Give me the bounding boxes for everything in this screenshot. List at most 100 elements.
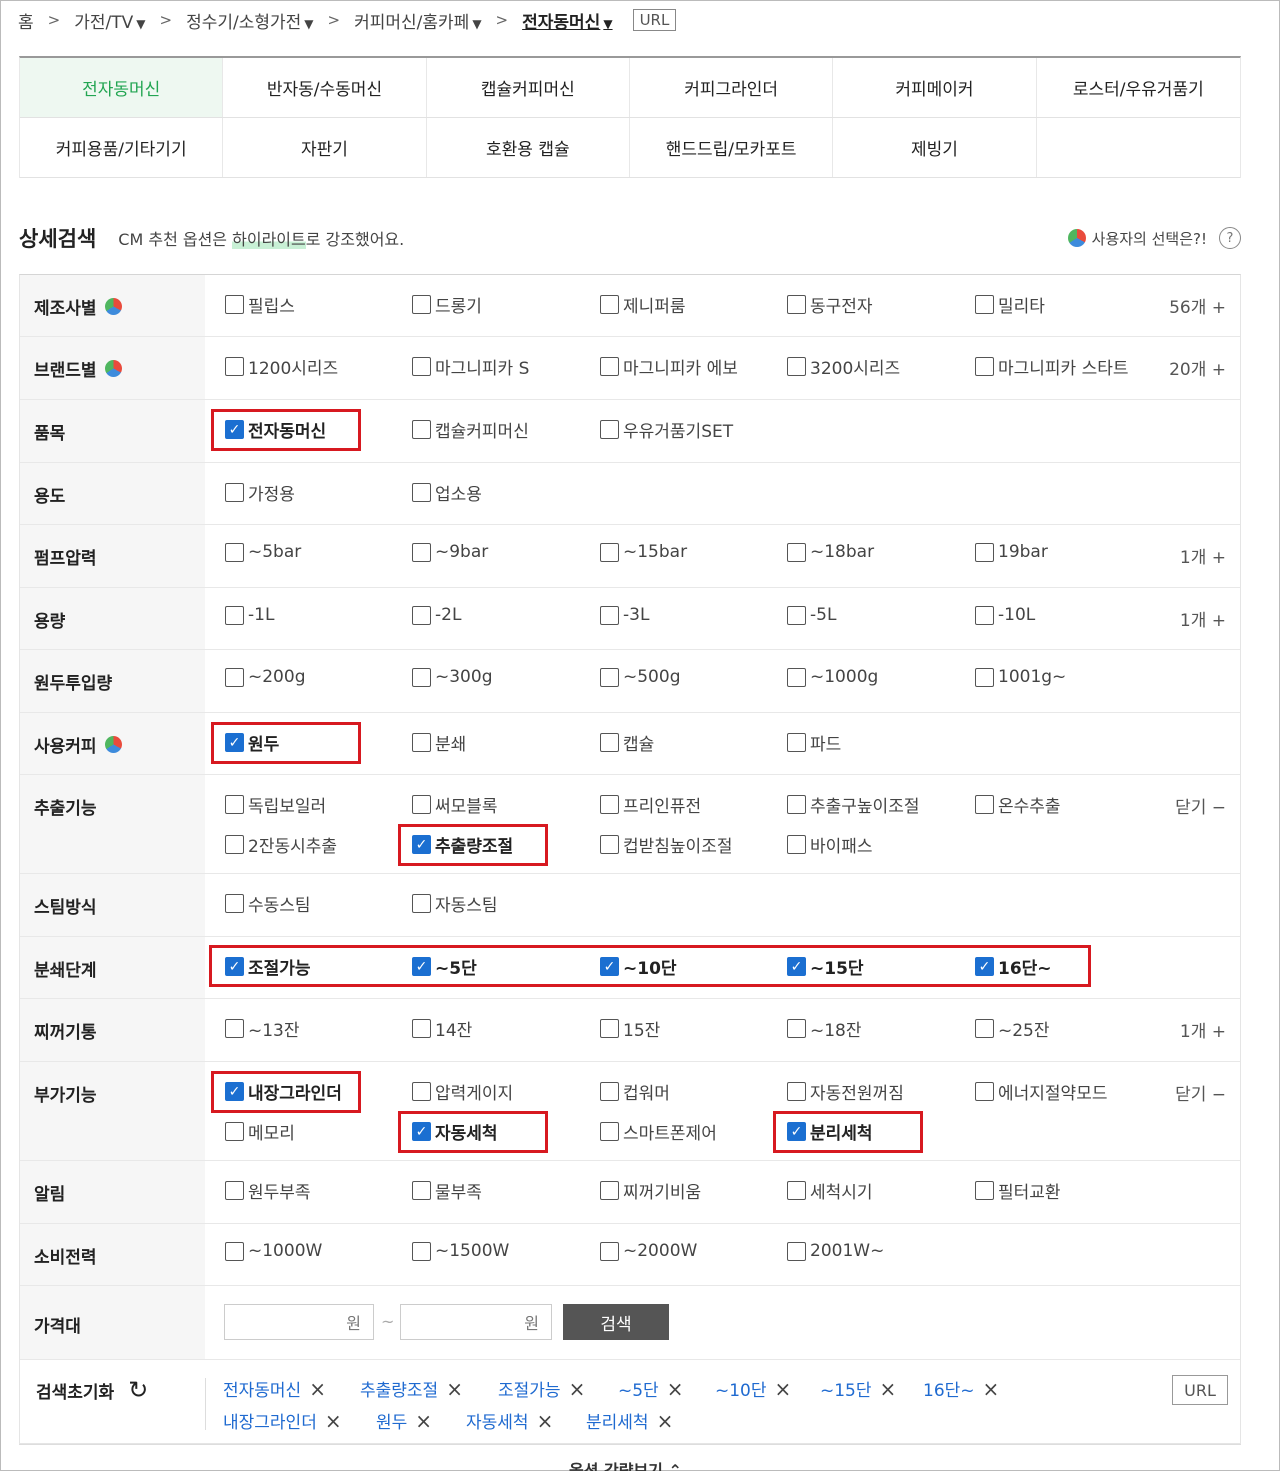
checkbox-icon[interactable] (225, 1181, 244, 1200)
checkbox-icon[interactable] (975, 795, 994, 814)
filter-option[interactable]: ~5bar (225, 542, 301, 562)
category-tab[interactable]: 핸드드립/모카포트 (630, 118, 834, 177)
checkbox-icon[interactable] (412, 1019, 431, 1038)
category-tab[interactable]: 커피그라인더 (630, 58, 834, 117)
help-icon[interactable]: ? (1219, 227, 1241, 249)
checkbox-icon[interactable] (600, 667, 619, 687)
checkbox-icon[interactable] (787, 1082, 806, 1101)
selected-filter-tag[interactable]: 추출량조절 × (360, 1376, 463, 1402)
filter-option[interactable]: 스마트폰제어 (600, 1119, 717, 1144)
selected-filter-tag[interactable]: 전자동머신 × (223, 1376, 326, 1402)
option-collapse-label[interactable]: 옵션 간략보기 ⌃ (569, 1457, 682, 1471)
filter-option[interactable]: ~200g (225, 667, 305, 687)
filter-option[interactable]: 밀리타 (975, 292, 1045, 317)
filter-option[interactable]: 프리인퓨전 (600, 792, 701, 817)
close-icon[interactable]: × (775, 1377, 792, 1401)
category-tab[interactable]: 제빙기 (833, 118, 1037, 177)
filter-option[interactable]: 19bar (975, 542, 1048, 562)
filter-option[interactable]: ~1000g (787, 667, 878, 687)
filter-option[interactable]: 필터교환 (975, 1178, 1061, 1203)
filter-option[interactable]: ~500g (600, 667, 680, 687)
selected-filter-tag[interactable]: 분리세척 × (586, 1408, 674, 1434)
checkbox-icon[interactable] (225, 835, 244, 854)
close-icon[interactable]: × (415, 1409, 432, 1433)
checkbox-icon[interactable] (600, 542, 619, 562)
checkbox-icon[interactable] (975, 295, 994, 314)
breadcrumb-current[interactable]: 전자동머신 ▼ (522, 8, 612, 33)
checkbox-icon[interactable] (600, 357, 619, 376)
price-max-input[interactable]: 원 (400, 1304, 552, 1340)
selected-filter-tag[interactable]: ~10단 × (715, 1376, 792, 1402)
filter-option[interactable]: 분쇄 (412, 730, 466, 755)
filter-option[interactable]: 제니퍼룸 (600, 292, 686, 317)
checkbox-icon[interactable] (600, 1241, 619, 1261)
filter-option[interactable]: 메모리 (225, 1119, 295, 1144)
checkbox-icon[interactable] (787, 795, 806, 814)
filter-option[interactable]: 드롱기 (412, 292, 482, 317)
filter-option[interactable]: 마그니피카 스타트 (975, 354, 1129, 379)
checkbox-icon[interactable] (600, 1181, 619, 1200)
category-tab[interactable]: 자판기 (223, 118, 427, 177)
filter-option[interactable]: 15잔 (600, 1016, 660, 1041)
selected-filter-tag[interactable]: 16단~ × (923, 1376, 999, 1402)
filter-option[interactable]: 캡슐커피머신 (412, 417, 529, 442)
option-collapse-bar[interactable]: 옵션 간략보기 ⌃ (19, 1444, 1241, 1471)
checkbox-icon[interactable] (787, 835, 806, 854)
filter-option[interactable]: 우유거품기SET (600, 417, 733, 442)
checkbox-icon[interactable] (975, 1181, 994, 1200)
filter-more-toggle[interactable]: 1개 + (1180, 1017, 1226, 1042)
filter-option[interactable]: 온수추출 (975, 792, 1061, 817)
checkbox-icon[interactable] (600, 733, 619, 752)
close-icon[interactable]: × (537, 1409, 554, 1433)
close-icon[interactable]: × (880, 1377, 897, 1401)
checkbox-icon[interactable] (600, 420, 619, 439)
checkbox-icon[interactable] (787, 667, 806, 687)
close-icon[interactable]: × (657, 1409, 674, 1433)
filter-more-toggle[interactable]: 1개 + (1180, 606, 1226, 631)
filter-option[interactable]: -2L (412, 605, 461, 625)
checkbox-icon[interactable] (412, 1082, 431, 1101)
filter-option[interactable]: 파드 (787, 730, 841, 755)
filter-more-toggle[interactable]: 1개 + (1180, 543, 1226, 568)
filter-option[interactable]: 수동스팀 (225, 891, 311, 916)
price-search-button[interactable]: 검색 (563, 1304, 669, 1340)
filter-option[interactable]: 2001W~ (787, 1241, 884, 1261)
filter-option[interactable]: -5L (787, 605, 836, 625)
filter-option[interactable]: -3L (600, 605, 649, 625)
checkbox-icon[interactable] (412, 295, 431, 314)
filter-option[interactable]: ~13잔 (225, 1016, 300, 1041)
checkbox-icon[interactable] (412, 605, 431, 625)
filter-option[interactable]: ~18잔 (787, 1016, 862, 1041)
checkbox-icon[interactable] (412, 542, 431, 562)
filter-option[interactable]: ~9bar (412, 542, 488, 562)
checkbox-icon[interactable] (975, 357, 994, 376)
checkbox-icon[interactable] (225, 894, 244, 913)
pie-chart-icon[interactable] (104, 298, 122, 315)
checkbox-icon[interactable] (975, 1082, 994, 1101)
filter-option[interactable]: ~2000W (600, 1241, 697, 1261)
filter-option[interactable]: ~300g (412, 667, 492, 687)
checkbox-icon[interactable] (975, 605, 994, 625)
checkbox-icon[interactable] (412, 795, 431, 814)
filter-option[interactable]: 써모블록 (412, 792, 498, 817)
filter-option[interactable]: 캡슐 (600, 730, 654, 755)
checkbox-icon[interactable] (600, 1122, 619, 1141)
filter-option[interactable]: ~25잔 (975, 1016, 1050, 1041)
filter-option[interactable]: ~18bar (787, 542, 874, 562)
category-tab[interactable]: 캡슐커피머신 (427, 58, 630, 117)
close-icon[interactable]: × (325, 1409, 342, 1433)
filter-option[interactable]: -10L (975, 605, 1035, 625)
checkbox-icon[interactable] (787, 1181, 806, 1200)
filter-option[interactable]: ~1000W (225, 1241, 322, 1261)
user-choice[interactable]: 사용자의 선택은?! ? (1067, 227, 1241, 249)
filter-option[interactable]: 1200시리즈 (225, 354, 338, 379)
filter-option[interactable]: 물부족 (412, 1178, 482, 1203)
checkbox-icon[interactable] (412, 733, 431, 752)
checkbox-icon[interactable] (412, 1181, 431, 1200)
category-tab[interactable]: 호환용 캡슐 (427, 118, 630, 177)
checkbox-icon[interactable] (412, 357, 431, 376)
url-button[interactable]: URL (632, 9, 677, 31)
checkbox-icon[interactable] (412, 483, 431, 502)
checkbox-icon[interactable] (225, 295, 244, 314)
selected-filter-tag[interactable]: ~15단 × (820, 1376, 897, 1402)
